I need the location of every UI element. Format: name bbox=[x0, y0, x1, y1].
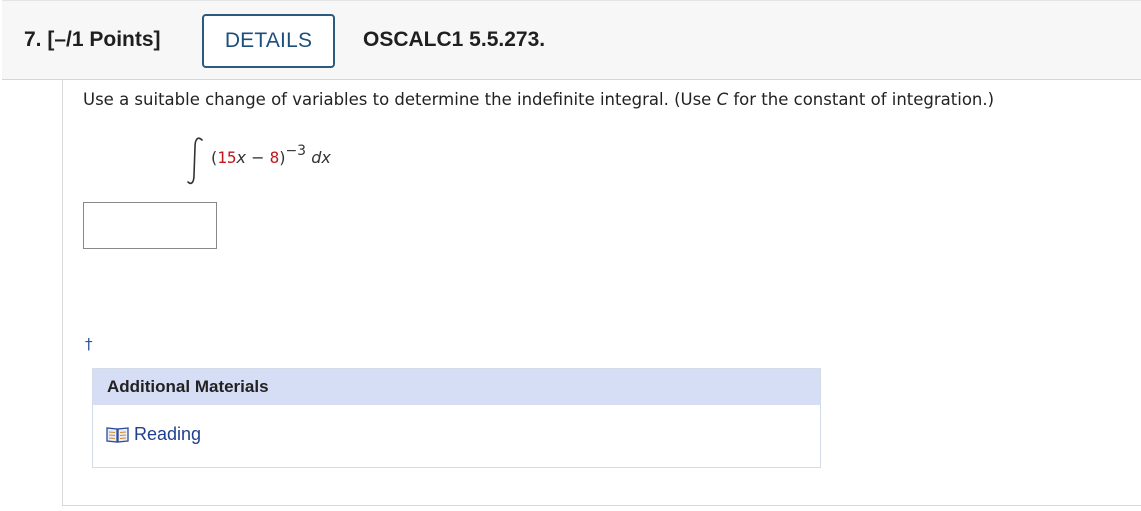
integral-sign-icon bbox=[187, 137, 203, 185]
question-prompt: Use a suitable change of variables to de… bbox=[83, 90, 994, 109]
coefficient-value: 15 bbox=[217, 148, 237, 167]
book-icon bbox=[106, 427, 129, 443]
differential: dx bbox=[311, 148, 331, 167]
integral-expression: (15x − 8)−3 dx bbox=[185, 135, 405, 187]
reading-link-label[interactable]: Reading bbox=[134, 424, 201, 445]
answer-input[interactable] bbox=[83, 202, 217, 249]
prompt-text-start: Use a suitable change of variables to de… bbox=[83, 90, 717, 109]
question-header: 7. [–/1 Points] DETAILS OSCALC1 5.5.273. bbox=[2, 0, 1141, 80]
variable-x: x bbox=[236, 148, 246, 167]
integrand: (15x − 8)−3 dx bbox=[211, 143, 331, 167]
footnote-dagger-link[interactable]: † bbox=[85, 335, 93, 353]
question-number: 7. bbox=[24, 28, 42, 51]
additional-materials-title: Additional Materials bbox=[93, 369, 820, 405]
minus-sign: − bbox=[245, 148, 270, 167]
additional-materials-panel: Additional Materials Reading bbox=[92, 368, 821, 468]
prompt-constant-c: C bbox=[716, 90, 729, 109]
constant-value: 8 bbox=[269, 148, 280, 167]
exponent: −3 bbox=[285, 143, 307, 159]
details-button[interactable]: DETAILS bbox=[202, 14, 335, 68]
question-number-and-points: 7. [–/1 Points] bbox=[24, 28, 161, 52]
assignment-code: OSCALC1 5.5.273. bbox=[363, 28, 546, 51]
reading-link[interactable]: Reading bbox=[106, 424, 201, 445]
question-points: [–/1 Points] bbox=[47, 28, 161, 51]
prompt-text-end: for the constant of integration.) bbox=[728, 90, 995, 109]
